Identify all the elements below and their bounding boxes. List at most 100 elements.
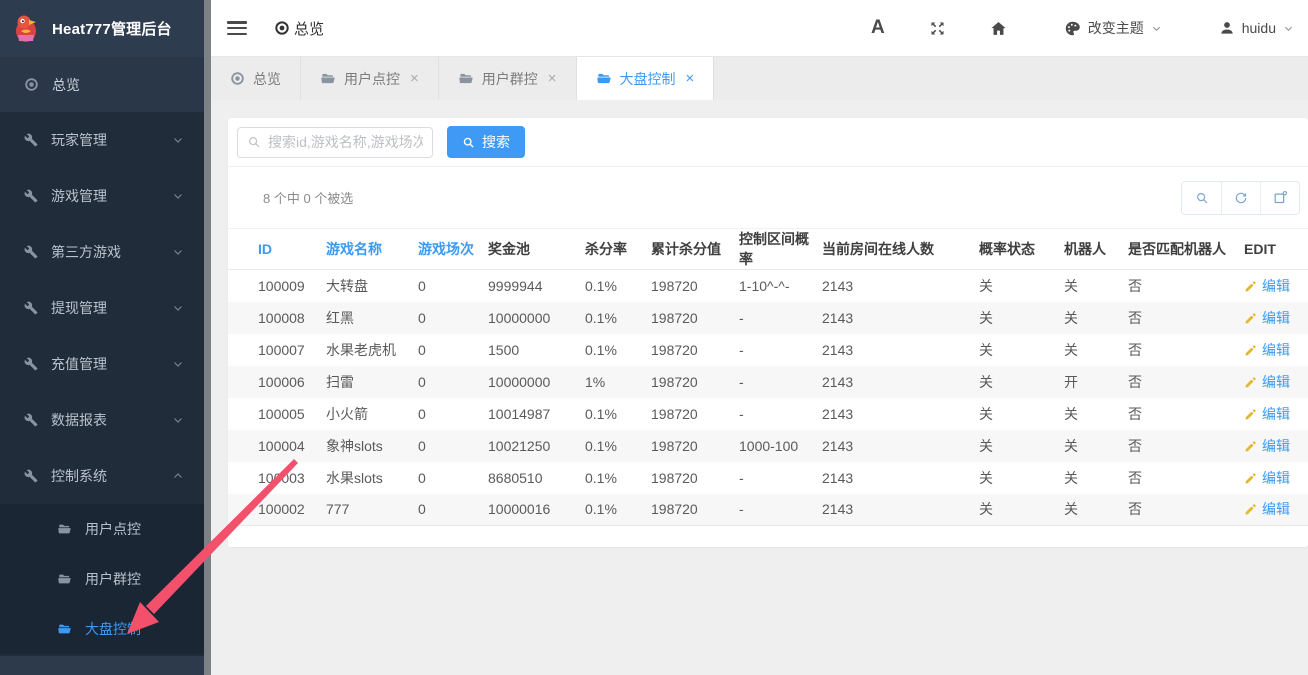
cell-kill-rate: 0.1% [585, 494, 651, 526]
cell-control-interval: 1000-100 [739, 430, 822, 462]
tab-label: 总览 [253, 69, 281, 89]
column-header-id[interactable]: ID [228, 229, 326, 270]
cell-game-name: 小火箭 [326, 398, 418, 430]
font-size-button[interactable]: A [871, 17, 885, 39]
sidebar-scrollbar[interactable] [204, 0, 211, 675]
wrench-icon [24, 301, 38, 315]
cell-online-count: 2143 [822, 398, 979, 430]
cell-prob-status: 关 [979, 398, 1064, 430]
column-search-button[interactable] [1182, 182, 1221, 214]
cell-robot: 关 [1064, 270, 1128, 302]
table-row[interactable]: 100007水果老虎机015000.1%198720-2143关关否编辑 [228, 334, 1308, 366]
breadcrumb[interactable]: 总览 [274, 18, 324, 39]
edit-link[interactable]: 编辑 [1262, 372, 1290, 392]
folder-open-icon [57, 522, 72, 536]
table-row[interactable]: 1000027770100000160.1%198720-2143关关否编辑 [228, 494, 1308, 526]
sidebar-item-user-point-control[interactable]: 用户点控 [0, 504, 204, 554]
table-row[interactable]: 100009大转盘099999440.1%1987201-10^-^-2143关… [228, 270, 1308, 302]
column-header-game-session[interactable]: 游戏场次 [418, 229, 488, 270]
user-menu[interactable]: huidu [1219, 20, 1294, 36]
table-row[interactable]: 100003水果slots086805100.1%198720-2143关关否编… [228, 462, 1308, 494]
table-row[interactable]: 100006扫雷0100000001%198720-2143关开否编辑 [228, 366, 1308, 398]
tab-bar: 总览 用户点控 × 用户群控 × 大盘控制 × [211, 57, 1308, 100]
market-control-panel: 搜索 8 个中 0 个被选 ID游戏名称游戏场次奖金池杀分率累计杀分值控制区间概… [228, 118, 1308, 547]
chevron-down-icon [172, 190, 184, 202]
sidebar-group-withdraw[interactable]: 提现管理 [0, 280, 204, 336]
sidebar-group-label: 第三方游戏 [51, 242, 121, 262]
edit-pencil-icon [1244, 472, 1257, 484]
cell-prob-status: 关 [979, 430, 1064, 462]
cell-prob-status: 关 [979, 302, 1064, 334]
cell-online-count: 2143 [822, 494, 979, 526]
chevron-down-icon [172, 134, 184, 146]
edit-pencil-icon [1244, 376, 1257, 388]
table-row[interactable]: 100004象神slots0100212500.1%1987201000-100… [228, 430, 1308, 462]
cell-kill-rate: 0.1% [585, 334, 651, 366]
sidebar-item-market-control[interactable]: 大盘控制 [0, 604, 204, 654]
cell-robot: 关 [1064, 430, 1128, 462]
edit-link[interactable]: 编辑 [1262, 340, 1290, 360]
tab-label: 用户点控 [344, 69, 400, 89]
cell-prize-pool: 1500 [488, 334, 585, 366]
sidebar-group-thirdparty[interactable]: 第三方游戏 [0, 224, 204, 280]
tab-label: 用户群控 [482, 69, 538, 89]
cell-match-robot: 否 [1128, 430, 1244, 462]
tab-market-control[interactable]: 大盘控制 × [577, 57, 715, 100]
cell-game-name: 水果老虎机 [326, 334, 418, 366]
hamburger-menu-icon[interactable] [227, 21, 247, 35]
fullscreen-icon[interactable] [929, 20, 946, 37]
tab-overview[interactable]: 总览 [211, 57, 301, 100]
edit-link[interactable]: 编辑 [1262, 499, 1290, 519]
edit-link[interactable]: 编辑 [1262, 404, 1290, 424]
refresh-button[interactable] [1221, 182, 1260, 214]
search-button-label: 搜索 [482, 132, 510, 152]
table-body: 100009大转盘099999440.1%1987201-10^-^-2143关… [228, 270, 1308, 526]
tab-user-point-control[interactable]: 用户点控 × [301, 57, 439, 100]
column-header-game-name[interactable]: 游戏名称 [326, 229, 418, 270]
sidebar-group-control-system[interactable]: 控制系统 [0, 448, 204, 504]
export-button[interactable] [1260, 182, 1299, 214]
theme-switcher[interactable]: 改变主题 [1064, 18, 1162, 38]
sidebar-item-overview[interactable]: 总览 [0, 57, 204, 112]
cell-game-name: 红黑 [326, 302, 418, 334]
cell-robot: 关 [1064, 398, 1128, 430]
column-header-control-interval: 控制区间概率 [739, 229, 822, 270]
tab-user-group-control[interactable]: 用户群控 × [439, 57, 577, 100]
cell-prize-pool: 10000000 [488, 302, 585, 334]
cell-id: 100004 [228, 430, 326, 462]
cell-id: 100002 [228, 494, 326, 526]
search-toolbar: 搜索 [228, 118, 1308, 167]
chevron-down-icon [172, 302, 184, 314]
edit-link[interactable]: 编辑 [1262, 468, 1290, 488]
wrench-icon [24, 469, 38, 483]
tab-close-icon[interactable]: × [686, 70, 695, 87]
table-row[interactable]: 100008红黑0100000000.1%198720-2143关关否编辑 [228, 302, 1308, 334]
cell-online-count: 2143 [822, 430, 979, 462]
edit-pencil-icon [1244, 312, 1257, 324]
home-icon[interactable] [990, 20, 1007, 37]
sidebar-group-reports[interactable]: 数据报表 [0, 392, 204, 448]
cell-edit: 编辑 [1244, 302, 1308, 334]
edit-link[interactable]: 编辑 [1262, 276, 1290, 296]
edit-link[interactable]: 编辑 [1262, 436, 1290, 456]
cell-id: 100006 [228, 366, 326, 398]
edit-link[interactable]: 编辑 [1262, 308, 1290, 328]
tab-close-icon[interactable]: × [548, 70, 557, 87]
sidebar-group-players[interactable]: 玩家管理 [0, 112, 204, 168]
eye-icon [230, 71, 245, 86]
cell-robot: 关 [1064, 334, 1128, 366]
cell-game-name: 777 [326, 494, 418, 526]
tab-close-icon[interactable]: × [410, 70, 419, 87]
theme-label: 改变主题 [1088, 18, 1144, 38]
table-row[interactable]: 100005小火箭0100149870.1%198720-2143关关否编辑 [228, 398, 1308, 430]
cell-id: 100005 [228, 398, 326, 430]
cell-game-name: 水果slots [326, 462, 418, 494]
search-input[interactable] [268, 134, 423, 150]
sidebar-group-recharge[interactable]: 充值管理 [0, 336, 204, 392]
cell-id: 100007 [228, 334, 326, 366]
cell-edit: 编辑 [1244, 430, 1308, 462]
search-button[interactable]: 搜索 [447, 126, 525, 158]
sidebar-item-user-group-control[interactable]: 用户群控 [0, 554, 204, 604]
sidebar-group-games[interactable]: 游戏管理 [0, 168, 204, 224]
cell-edit: 编辑 [1244, 270, 1308, 302]
